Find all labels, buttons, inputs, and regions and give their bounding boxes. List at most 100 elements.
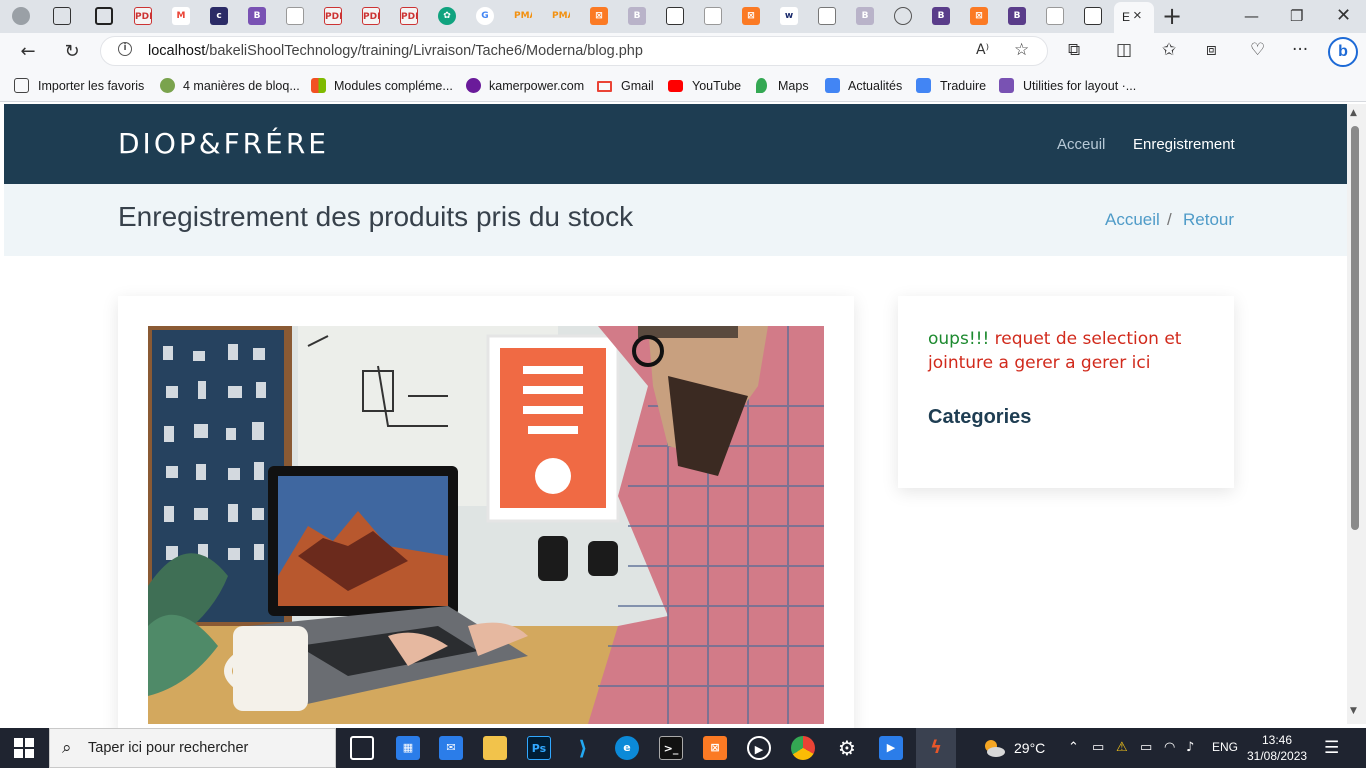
scroll-down-icon[interactable]: ▼ [1350,706,1357,716]
url-text[interactable]: localhost/bakeliShoolTechnology/training… [148,43,643,59]
notification-center-icon[interactable]: ☰ [1324,739,1339,757]
chrome-icon[interactable] [791,736,815,760]
maps-icon [756,78,767,93]
collections-icon[interactable]: ⧈ [1206,40,1217,60]
file-tab-icon[interactable] [1046,7,1064,25]
store-icon[interactable]: ▦ [396,736,420,760]
windows-start-icon[interactable] [14,738,34,758]
volume-icon[interactable]: ♪ [1186,739,1194,757]
microsoft-icon [311,78,326,93]
window-tab-icon[interactable] [818,7,836,25]
split-screen-icon[interactable]: ◫ [1116,40,1132,60]
pdf-tab-icon[interactable]: PDF [324,7,342,25]
more-options-icon[interactable]: ··· [1292,40,1308,60]
bookmark-maps[interactable]: Maps [778,79,809,93]
bookmark-youtube[interactable]: YouTube [692,79,741,93]
vscode-icon[interactable]: ⟩ [571,736,595,760]
sidebar-error-message: oups!!! requet de selection et jointure … [928,327,1188,375]
pdf-tab-icon[interactable]: PDF [400,7,418,25]
close-window-icon[interactable]: ✕ [1336,7,1351,25]
phpmyadmin-tab-icon[interactable]: PMA [514,7,532,25]
wave-tab-icon[interactable]: w [780,7,798,25]
active-tab-label: E [1122,10,1131,24]
bootstrap-tab-icon[interactable]: B [1008,7,1026,25]
warning-icon[interactable]: ⚠ [1116,739,1128,757]
minimize-icon[interactable]: — [1244,7,1259,25]
meet-now-icon[interactable]: ▭ [1092,739,1104,757]
file-tab-icon[interactable] [286,7,304,25]
scroll-up-icon[interactable]: ▲ [1350,108,1357,118]
edge-icon[interactable]: e [615,736,639,760]
language-indicator[interactable]: ENG [1212,740,1238,754]
file-tab-icon[interactable] [704,7,722,25]
bookmark-gmail[interactable]: Gmail [621,79,654,93]
file-explorer-icon[interactable] [483,736,507,760]
bookmark-wikihow[interactable]: 4 manières de bloq... [183,79,300,93]
reload-icon[interactable]: ↻ [58,38,86,66]
bootstrap-tab-icon[interactable]: B [856,7,874,25]
temperature[interactable]: 29°C [1014,740,1045,756]
task-view-icon[interactable] [350,736,374,760]
wikihow-icon [160,78,175,93]
globe-tab-icon[interactable] [894,7,912,25]
file-tab-icon[interactable] [666,7,684,25]
extensions-icon[interactable]: ⧉ [1068,40,1080,60]
active-tab[interactable]: E × [1114,2,1154,33]
colorlib-tab-icon[interactable]: c [210,7,228,25]
bookmark-translate[interactable]: Traduire [940,79,986,93]
google-tab-icon[interactable]: G [476,7,494,25]
youtube-icon [668,80,683,92]
nav-link-register[interactable]: Enregistrement [1133,136,1235,153]
favorite-star-icon[interactable]: ☆ [1014,40,1029,60]
workspaces-icon[interactable] [53,7,71,25]
chatgpt-tab-icon[interactable]: ✿ [438,7,456,25]
restore-icon[interactable]: ❐ [1290,7,1303,25]
nav-link-home[interactable]: Acceuil [1057,136,1105,153]
phpmyadmin-tab-icon[interactable]: PMA [552,7,570,25]
bookmark-modules[interactable]: Modules compléme... [334,79,453,93]
media-player-icon[interactable]: ▶ [747,736,771,760]
taskbar-clock[interactable]: 13:46 31/08/2023 [1247,732,1307,764]
xampp-tab-icon[interactable]: ⊠ [742,7,760,25]
scrollbar-thumb[interactable] [1351,126,1359,530]
performance-icon[interactable]: ♡ [1250,40,1265,60]
weather-icon[interactable] [982,736,1006,760]
bookmark-import[interactable]: Importer les favoris [38,79,144,93]
settings-icon[interactable]: ⚙ [835,736,859,760]
gmail-tab-icon[interactable]: M [172,7,190,25]
git-icon[interactable]: ϟ [924,736,948,760]
favorites-icon[interactable]: ✩ [1162,40,1176,60]
sync-tab-icon[interactable] [1084,7,1102,25]
wifi-icon[interactable]: ◠ [1164,739,1175,757]
xampp-icon[interactable]: ⊠ [703,736,727,760]
breadcrumb-back[interactable]: Retour [1183,210,1234,230]
bookmark-bootstrap[interactable]: Utilities for layout ·... [1023,79,1136,93]
close-tab-icon[interactable]: × [1133,7,1142,24]
xampp-tab-icon[interactable]: ⊠ [970,7,988,25]
battery-icon[interactable]: ▭ [1140,739,1152,757]
terminal-icon[interactable]: >_ [659,736,683,760]
bing-copilot-icon[interactable]: b [1328,37,1358,67]
bootstrap-tab-icon[interactable]: B [248,7,266,25]
show-hidden-icons-icon[interactable]: ⌃ [1068,739,1079,757]
new-tab-icon[interactable]: + [1162,3,1182,29]
xampp-tab-icon[interactable]: ⊠ [590,7,608,25]
breadcrumb-home[interactable]: Accueil [1105,210,1160,230]
news-icon [825,78,840,93]
bootstrap-tab-icon[interactable]: B [932,7,950,25]
read-aloud-icon[interactable]: A⁾ [976,40,989,60]
tab-actions-icon[interactable] [95,7,113,25]
blog-post-image [148,326,824,724]
photoshop-icon[interactable]: Ps [527,736,551,760]
profile-avatar-icon[interactable] [12,7,30,25]
pdf-tab-icon[interactable]: PDF [362,7,380,25]
site-info-icon[interactable]: i [118,42,132,56]
bootstrap-tab-icon[interactable]: B [628,7,646,25]
bookmark-kamerpower[interactable]: kamerpower.com [489,79,584,93]
bookmark-news[interactable]: Actualités [848,79,902,93]
mail-icon[interactable]: ✉ [439,736,463,760]
back-icon[interactable]: ← [14,38,42,66]
pdf-tab-icon[interactable]: PDF [134,7,152,25]
movie-icon[interactable]: ▶ [879,736,903,760]
site-logo[interactable]: DIOP&FRÉRE [118,127,329,161]
